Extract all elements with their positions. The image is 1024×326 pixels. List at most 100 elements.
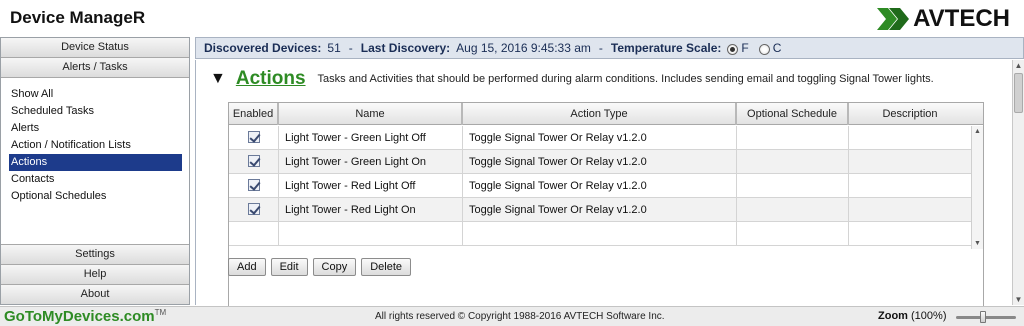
name-cell: Light Tower - Red Light Off <box>279 174 463 198</box>
name-cell: Light Tower - Green Light On <box>279 150 463 174</box>
empty-cell <box>463 222 737 246</box>
col-enabled[interactable]: Enabled <box>229 103 279 125</box>
main-scrollbar[interactable]: ▲ ▼ <box>1012 60 1024 305</box>
sidebar: Device Status Alerts / Tasks Show All Sch… <box>0 37 190 305</box>
scroll-up-icon[interactable]: ▲ <box>1013 60 1024 71</box>
sidebar-item-optional-schedules[interactable]: Optional Schedules <box>1 188 182 205</box>
table-actions: Add Edit Copy Delete <box>228 258 416 276</box>
sidebar-list: Show All Scheduled Tasks Alerts Action / No… <box>1 86 189 205</box>
empty-cell <box>849 222 971 246</box>
table-row-empty <box>229 222 971 246</box>
sidebar-bottom: Settings Help About <box>1 244 189 304</box>
col-name[interactable]: Name <box>279 103 463 125</box>
enabled-cell <box>229 126 279 150</box>
about-button[interactable]: About <box>1 284 189 304</box>
zoom-slider[interactable] <box>956 311 1016 323</box>
temp-f-radio[interactable] <box>727 43 739 55</box>
description-cell <box>849 174 971 198</box>
separator: - <box>348 41 353 55</box>
action-type-cell: Toggle Signal Tower Or Relay v1.2.0 <box>463 150 737 174</box>
help-button[interactable]: Help <box>1 264 189 284</box>
scroll-down-icon[interactable]: ▼ <box>1013 294 1024 305</box>
last-discovery-label: Last Discovery: <box>360 41 451 55</box>
enabled-checkbox[interactable] <box>247 155 260 167</box>
schedule-cell <box>737 174 849 198</box>
enabled-cell <box>229 174 279 198</box>
zoom-slider-thumb[interactable] <box>980 311 986 323</box>
table-row[interactable]: Light Tower - Red Light Off Toggle Signal… <box>229 174 971 198</box>
gotomydevices-link[interactable]: GoToMyDevices.comTM <box>4 308 166 325</box>
scroll-thumb[interactable] <box>1014 73 1023 113</box>
scroll-down-icon[interactable]: ▼ <box>972 238 983 249</box>
footer-brand-text: GoToMyDevices.com <box>4 308 155 325</box>
collapse-triangle-icon[interactable]: ▼ <box>210 70 226 88</box>
separator: - <box>598 41 603 55</box>
schedule-cell <box>737 150 849 174</box>
col-description[interactable]: Description <box>849 103 971 125</box>
brand-logo: AVTECH <box>875 4 1010 34</box>
table-body: Light Tower - Green Light Off Toggle Sign… <box>229 126 971 246</box>
sidebar-item-show-all[interactable]: Show All <box>1 86 182 103</box>
zoom-value: (100%) <box>911 310 947 322</box>
section-title[interactable]: Actions <box>236 68 306 90</box>
enabled-checkbox[interactable] <box>247 179 260 191</box>
avtech-logo-icon <box>877 8 910 30</box>
temp-f-label: F <box>741 41 749 55</box>
app-title: Device ManageR <box>10 8 146 27</box>
empty-cell <box>229 222 279 246</box>
col-optional-schedule[interactable]: Optional Schedule <box>737 103 849 125</box>
action-type-cell: Toggle Signal Tower Or Relay v1.2.0 <box>463 126 737 150</box>
enabled-cell <box>229 150 279 174</box>
discovered-devices-label: Discovered Devices: <box>204 41 322 55</box>
add-button[interactable]: Add <box>228 258 266 276</box>
temp-c-label: C <box>772 41 782 55</box>
scroll-up-icon[interactable]: ▲ <box>972 126 983 137</box>
table-header: Enabled Name Action Type Optional Schedu… <box>229 103 983 125</box>
actions-table: Enabled Name Action Type Optional Schedu… <box>228 102 984 310</box>
schedule-cell <box>737 198 849 222</box>
col-action-type[interactable]: Action Type <box>463 103 737 125</box>
copyright-text: All rights reserved © Copyright 1988-201… <box>375 311 665 322</box>
description-cell <box>849 198 971 222</box>
action-type-cell: Toggle Signal Tower Or Relay v1.2.0 <box>463 198 737 222</box>
zoom-readout: Zoom (100%) <box>878 310 946 322</box>
description-cell <box>849 150 971 174</box>
schedule-cell <box>737 126 849 150</box>
enabled-cell <box>229 198 279 222</box>
copy-button[interactable]: Copy <box>312 258 357 276</box>
table-scrollbar[interactable]: ▲ ▼ <box>971 126 983 249</box>
enabled-checkbox[interactable] <box>247 203 260 215</box>
trademark-mark: TM <box>154 308 167 317</box>
enabled-checkbox[interactable] <box>247 131 260 143</box>
last-discovery-value: Aug 15, 2016 9:45:33 am <box>456 41 591 55</box>
device-status-button[interactable]: Device Status <box>1 38 189 58</box>
delete-button[interactable]: Delete <box>361 258 412 276</box>
temp-c-radio[interactable] <box>758 43 770 55</box>
footer: GoToMyDevices.comTM All rights reserved … <box>0 306 1024 326</box>
action-type-cell: Toggle Signal Tower Or Relay v1.2.0 <box>463 174 737 198</box>
section-description: Tasks and Activities that should be perf… <box>317 73 934 85</box>
sidebar-item-actions[interactable]: Actions <box>9 154 182 171</box>
alerts-tasks-button[interactable]: Alerts / Tasks <box>1 58 189 78</box>
edit-button[interactable]: Edit <box>270 258 308 276</box>
table-row[interactable]: Light Tower - Red Light On Toggle Signal … <box>229 198 971 222</box>
brand-name: AVTECH <box>913 5 1010 32</box>
zoom-label: Zoom <box>878 310 908 322</box>
table-row[interactable]: Light Tower - Green Light On Toggle Signa… <box>229 150 971 174</box>
description-cell <box>849 126 971 150</box>
status-bar: Discovered Devices: 51 - Last Discovery:… <box>195 37 1024 59</box>
sidebar-item-alerts[interactable]: Alerts <box>1 120 182 137</box>
empty-cell <box>737 222 849 246</box>
sidebar-item-action-notification-lists[interactable]: Action / Notification Lists <box>1 137 182 154</box>
section-header: ▼ Actions Tasks and Activities that shou… <box>210 68 934 90</box>
sidebar-item-contacts[interactable]: Contacts <box>1 171 182 188</box>
sidebar-item-scheduled-tasks[interactable]: Scheduled Tasks <box>1 103 182 120</box>
main-panel: ▼ Actions Tasks and Activities that shou… <box>195 60 1024 310</box>
name-cell: Light Tower - Green Light Off <box>279 126 463 150</box>
discovered-devices-value: 51 <box>327 41 341 55</box>
name-cell: Light Tower - Red Light On <box>279 198 463 222</box>
settings-button[interactable]: Settings <box>1 244 189 264</box>
empty-cell <box>279 222 463 246</box>
table-row[interactable]: Light Tower - Green Light Off Toggle Sign… <box>229 126 971 150</box>
app-header: Device ManageR AVTECH <box>0 0 1024 36</box>
